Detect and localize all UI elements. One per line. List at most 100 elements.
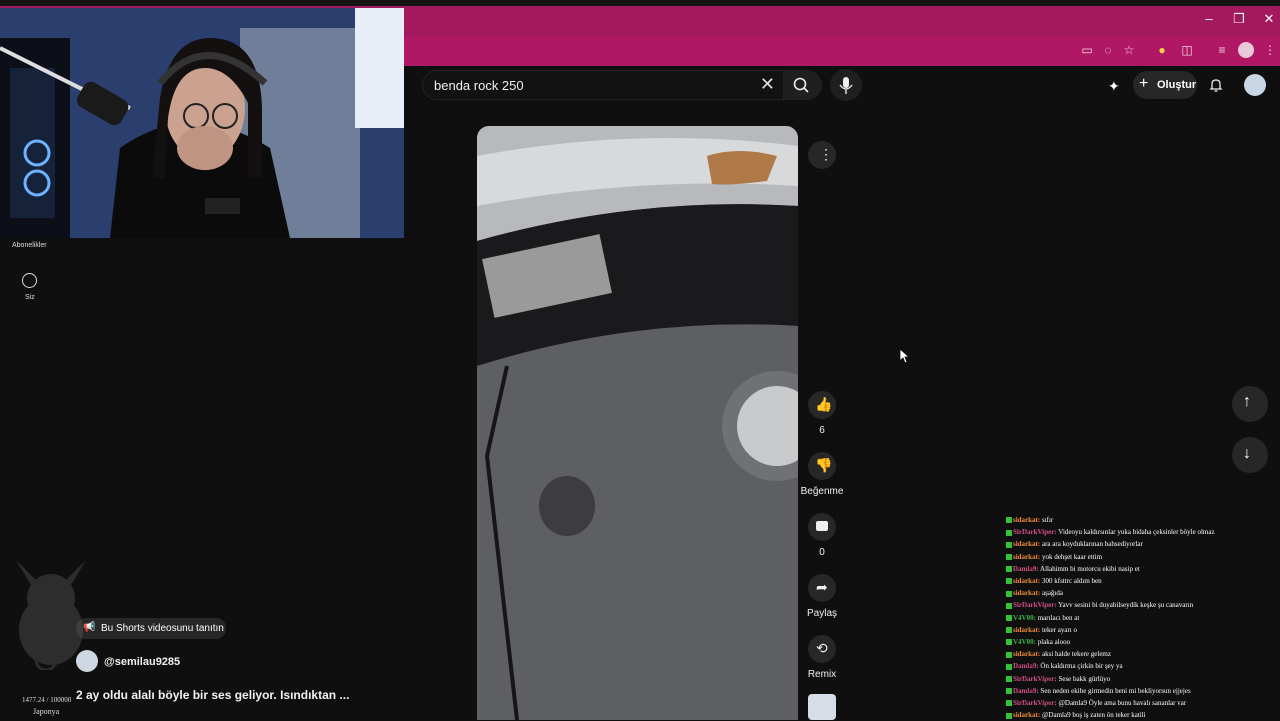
chat-username: sidarkat: xyxy=(1013,589,1041,598)
chat-text: Ön kaldırma çirkin bir şey ya xyxy=(1038,662,1123,671)
cast-icon[interactable]: ▭ xyxy=(1079,42,1095,58)
webcam-overlay xyxy=(0,8,404,238)
remix-button[interactable]: ⟲ xyxy=(808,635,836,663)
minimize-icon[interactable]: – xyxy=(1202,12,1216,26)
promote-short-button[interactable]: 📢 Bu Shorts videosunu tanıtın xyxy=(76,618,226,639)
chat-message: sidarkat: 300 kfsttrc aldım ben xyxy=(1006,575,1256,587)
chat-badge-icon xyxy=(1006,712,1012,719)
chat-message: Damla9: Sen neden ekibe girmedin beni mi… xyxy=(1006,685,1256,697)
stream-chat-overlay: sidarkat: sıfır SirDarkViper: Videoyu kal… xyxy=(1006,514,1256,721)
chat-badge-icon xyxy=(1006,688,1012,695)
search-query-text[interactable]: benda rock 250 xyxy=(434,78,524,93)
clear-search-icon[interactable]: ✕ xyxy=(760,74,775,95)
pikachu-watermark xyxy=(6,560,96,672)
chat-username: Damla9: xyxy=(1013,564,1039,573)
chat-text: ara ara koyduklarınan bahsediyorlar xyxy=(1040,540,1143,549)
chat-text: teker ayarı o xyxy=(1040,625,1077,634)
restore-icon[interactable]: ❐ xyxy=(1232,12,1246,26)
sidebar-you-label[interactable]: Siz xyxy=(25,294,35,301)
search-input[interactable]: benda rock 250 ✕ xyxy=(422,70,784,100)
comment-icon xyxy=(816,521,828,531)
chat-username: sidarkat: xyxy=(1013,577,1041,586)
title-bar-edge xyxy=(0,0,1280,6)
thumbs-down-icon: 👎 xyxy=(815,457,833,473)
chat-message: SirDarkViper: Videoyu kaldırsınlar yuka … xyxy=(1006,526,1256,538)
create-button-label: Oluştur xyxy=(1157,79,1197,91)
chat-message: sidarkat: aksi halde tekere gelemz xyxy=(1006,648,1256,660)
next-short-button[interactable]: ↓ xyxy=(1232,437,1268,473)
chat-text: Sen neden ekibe girmedin beni mi bekliyo… xyxy=(1038,686,1191,695)
chat-badge-icon xyxy=(1006,602,1012,609)
chat-badge-icon xyxy=(1006,627,1012,634)
short-caption[interactable]: 2 ay oldu alalı böyle bir ses geliyor. I… xyxy=(76,688,349,702)
comments-button[interactable] xyxy=(808,513,836,541)
profile-avatar-icon[interactable] xyxy=(1238,42,1254,58)
reading-list-icon[interactable]: ≡ xyxy=(1214,42,1230,58)
streamer-webcam-image xyxy=(0,8,404,238)
overlay-country: Japonya xyxy=(33,707,60,716)
menu-dots-icon[interactable]: ⋮ xyxy=(1262,42,1278,58)
notifications-bell-icon[interactable] xyxy=(1208,77,1224,93)
chat-text: aksi halde tekere gelemz xyxy=(1040,650,1111,659)
chat-badge-icon xyxy=(1006,517,1012,524)
chat-badge-icon xyxy=(1006,676,1012,683)
chat-username: sidarkat: xyxy=(1013,711,1041,720)
chat-message: SirDarkViper: @Damla9 Öyle ama bunu hava… xyxy=(1006,697,1256,709)
arrow-down-icon: ↓ xyxy=(1243,445,1251,462)
chat-badge-icon xyxy=(1006,651,1012,658)
chat-badge-icon xyxy=(1006,663,1012,670)
user-circle-icon[interactable] xyxy=(22,273,37,288)
close-window-icon[interactable]: ✕ xyxy=(1262,12,1276,26)
chat-text: Yavv sesini bi duyabilseydik keşke şu ca… xyxy=(1056,601,1194,610)
search-button[interactable] xyxy=(784,70,822,100)
arrow-up-icon: ↑ xyxy=(1243,393,1251,410)
remix-icon: ⟲ xyxy=(816,640,828,656)
chat-badge-icon xyxy=(1006,639,1012,646)
promote-label: Bu Shorts videosunu tanıtın xyxy=(101,623,224,634)
sidebar-subscriptions-label[interactable]: Abonelikler xyxy=(12,242,47,249)
share-button[interactable]: ➦ xyxy=(808,574,836,602)
chat-username: sidarkat: xyxy=(1013,540,1041,549)
chat-message: Damla9: Allahimm bi motorcu ekibi nasip … xyxy=(1006,563,1256,575)
eye-off-icon[interactable]: ◌ xyxy=(1100,42,1116,58)
shorts-video-player[interactable] xyxy=(477,126,798,720)
chat-text: Videoyu kaldırsınlar yuka bidaha çeksinl… xyxy=(1056,528,1215,537)
chat-username: V4V00: xyxy=(1013,613,1036,622)
chat-message: V4V00: marılacı ben at xyxy=(1006,612,1256,624)
chat-badge-icon xyxy=(1006,578,1012,585)
chat-badge-icon xyxy=(1006,700,1012,707)
chat-username: Damla9: xyxy=(1013,686,1039,695)
chat-username: sidarkat: xyxy=(1013,625,1041,634)
dislike-button[interactable]: 👎 xyxy=(808,452,836,480)
motorcycle-video-frame xyxy=(477,126,798,720)
extension-icon[interactable]: ● xyxy=(1154,42,1170,58)
search-icon xyxy=(793,77,809,93)
create-button[interactable]: + Oluştur xyxy=(1133,71,1197,99)
voice-search-button[interactable] xyxy=(830,69,862,101)
chat-message: sidarkat: sıfır xyxy=(1006,514,1256,526)
puzzle-icon[interactable]: ◫ xyxy=(1179,42,1195,58)
sound-thumbnail[interactable] xyxy=(808,694,836,720)
premium-sparkle-icon[interactable]: ✦ xyxy=(1108,78,1124,94)
chat-message: SirDarkViper: Yavv sesini bi duyabilseyd… xyxy=(1006,599,1256,611)
chat-username: sidarkat: xyxy=(1013,516,1041,524)
share-label: Paylaş xyxy=(806,608,837,619)
chat-badge-icon xyxy=(1006,615,1012,622)
channel-handle[interactable]: @semilau9285 xyxy=(104,656,180,668)
plus-icon: + xyxy=(1139,75,1149,92)
chat-message: sidarkat: yok dehşet kaar ettim xyxy=(1006,551,1256,563)
vertical-dots-icon: ⋮ xyxy=(819,146,833,162)
chat-username: Damla9: xyxy=(1013,662,1039,671)
chat-username: SirDarkViper: xyxy=(1013,601,1057,610)
chat-username: sidarkat: xyxy=(1013,552,1041,561)
chat-badge-icon xyxy=(1006,554,1012,560)
chat-text: @Damla9 boş iş zaten ön teker katili xyxy=(1040,711,1146,720)
more-options-button[interactable]: ⋮ xyxy=(808,141,836,169)
chat-text: @Damla9 Öyle ama bunu havalı sananlar va… xyxy=(1056,699,1187,708)
account-avatar[interactable] xyxy=(1244,74,1266,96)
dislike-label: Beğenme xyxy=(800,486,844,497)
chat-username: SirDarkViper: xyxy=(1013,699,1057,708)
bookmark-star-icon[interactable]: ☆ xyxy=(1121,42,1137,58)
previous-short-button[interactable]: ↑ xyxy=(1232,386,1268,422)
like-button[interactable]: 👍 xyxy=(808,391,836,419)
